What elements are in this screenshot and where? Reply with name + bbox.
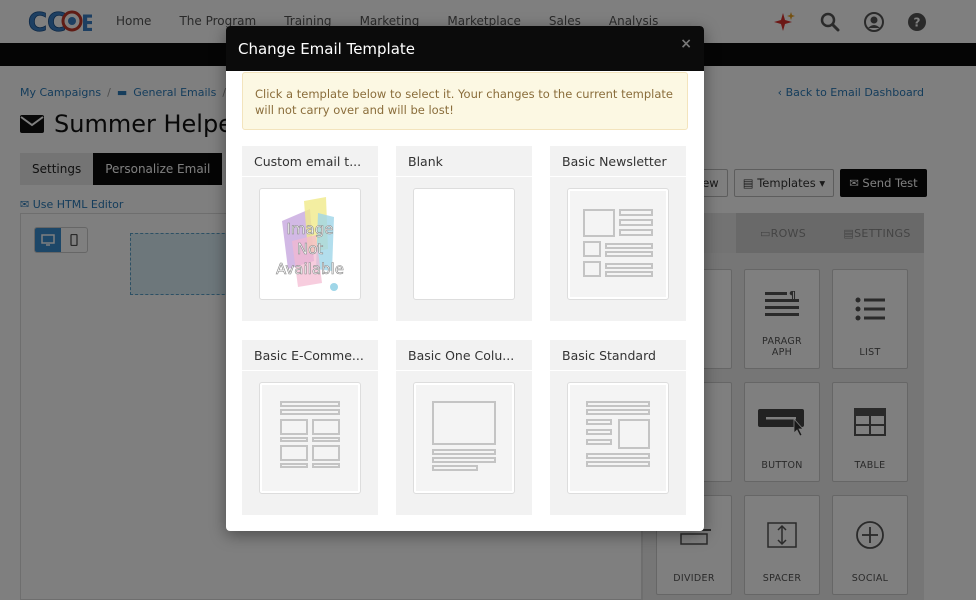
- one-column-layout-icon: [432, 401, 496, 471]
- warning-alert: Click a template below to select it. You…: [242, 72, 688, 130]
- close-icon[interactable]: ×: [680, 36, 692, 52]
- image-na-line-3: Available: [276, 260, 344, 278]
- template-thumbnail: [413, 188, 515, 300]
- template-thumbnail: [567, 188, 669, 300]
- template-thumbnail: [413, 382, 515, 494]
- template-name: Basic One Colu...: [396, 340, 532, 371]
- template-thumbnail: [567, 382, 669, 494]
- template-card-basic-standard[interactable]: Basic Standard: [550, 340, 686, 515]
- template-card-custom[interactable]: Custom email t... Image Not Available: [242, 146, 378, 321]
- template-card-basic-newsletter[interactable]: Basic Newsletter: [550, 146, 686, 321]
- template-name: Blank: [396, 146, 532, 177]
- template-name: Custom email t...: [242, 146, 378, 177]
- image-na-line-1: Image: [287, 220, 334, 238]
- template-card-basic-ecommerce[interactable]: Basic E-Comme...: [242, 340, 378, 515]
- newsletter-layout-icon: [583, 209, 653, 277]
- template-card-basic-one-column[interactable]: Basic One Colu...: [396, 340, 532, 515]
- standard-layout-icon: [586, 401, 650, 467]
- template-name: Basic E-Comme...: [242, 340, 378, 371]
- image-na-line-2: Not: [297, 240, 323, 258]
- image-not-available-icon: Image Not Available: [276, 197, 344, 291]
- template-thumbnail: Image Not Available: [259, 188, 361, 300]
- modal-header: Change Email Template ×: [226, 26, 704, 71]
- ecommerce-layout-icon: [280, 401, 340, 468]
- template-name: Basic Standard: [550, 340, 686, 371]
- modal-title: Change Email Template: [238, 39, 416, 58]
- change-email-template-modal: Change Email Template × Click a template…: [226, 26, 704, 531]
- template-name: Basic Newsletter: [550, 146, 686, 177]
- template-thumbnail: [259, 382, 361, 494]
- template-card-blank[interactable]: Blank: [396, 146, 532, 321]
